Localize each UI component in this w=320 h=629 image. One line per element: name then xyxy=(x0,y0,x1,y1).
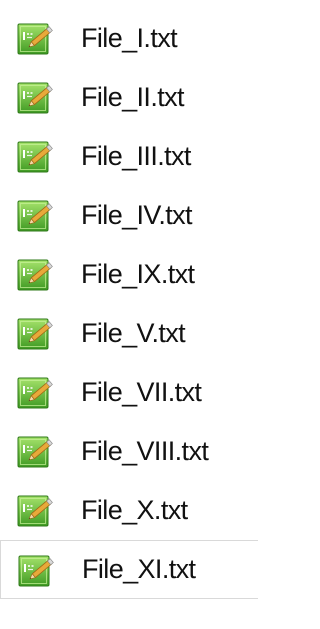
file-item[interactable]: File_IV.txt xyxy=(0,186,258,245)
file-item[interactable]: File_I.txt xyxy=(0,9,258,68)
text-file-icon xyxy=(16,372,56,412)
file-item[interactable]: File_IX.txt xyxy=(0,245,258,304)
text-file-icon xyxy=(16,18,56,58)
file-name: File_X.txt xyxy=(81,494,188,525)
text-file-icon xyxy=(16,254,56,294)
text-file-icon xyxy=(16,136,56,176)
file-name: File_IX.txt xyxy=(81,258,195,289)
text-file-icon xyxy=(17,550,57,590)
file-name: File_I.txt xyxy=(81,22,178,53)
text-file-icon xyxy=(16,313,56,353)
file-item[interactable]: File_II.txt xyxy=(0,68,258,127)
file-item[interactable]: File_III.txt xyxy=(0,127,258,186)
file-item[interactable]: File_V.txt xyxy=(0,304,258,363)
file-name: File_VIII.txt xyxy=(81,435,209,466)
file-name: File_VII.txt xyxy=(81,376,202,407)
file-item[interactable]: File_XI.txt xyxy=(0,540,258,599)
text-file-icon xyxy=(16,77,56,117)
file-name: File_V.txt xyxy=(81,317,186,348)
file-list: File_I.txt File_II.txt File_III.txt File… xyxy=(0,9,258,599)
file-name: File_XI.txt xyxy=(82,553,196,584)
file-name: File_IV.txt xyxy=(81,199,193,230)
file-item[interactable]: File_VIII.txt xyxy=(0,422,258,481)
text-file-icon xyxy=(16,195,56,235)
file-item[interactable]: File_VII.txt xyxy=(0,363,258,422)
text-file-icon xyxy=(16,490,56,530)
file-item[interactable]: File_X.txt xyxy=(0,481,258,540)
text-file-icon xyxy=(16,431,56,471)
file-name: File_III.txt xyxy=(81,140,191,171)
file-name: File_II.txt xyxy=(81,81,185,112)
